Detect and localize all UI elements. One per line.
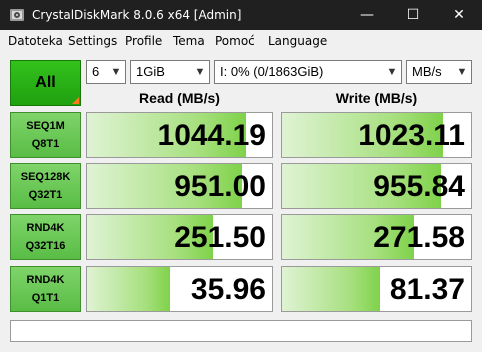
write-result-cell: 1023.11 — [281, 112, 472, 158]
menu-bar: Datoteka Settings Profile Tema Pomoć Lan… — [0, 30, 482, 52]
test-name: RND4K — [26, 274, 65, 286]
menu-profile[interactable]: Profile — [125, 34, 162, 48]
test-button-rnd4k-q1t1[interactable]: RND4K Q1T1 — [10, 266, 81, 312]
write-result-cell: 81.37 — [281, 266, 472, 312]
read-result-value: 951.00 — [174, 170, 266, 203]
write-result-cell: 955.84 — [281, 163, 472, 209]
drive-value: I: 0% (0/1863GiB) — [220, 64, 324, 79]
minimize-button[interactable]: — — [344, 0, 390, 30]
test-button-rnd4k-q32t16[interactable]: RND4K Q32T16 — [10, 214, 81, 260]
test-button-seq128k-q32t1[interactable]: SEQ128K Q32T1 — [10, 163, 81, 209]
test-name: SEQ1M — [26, 120, 65, 132]
menu-datoteka[interactable]: Datoteka — [8, 34, 63, 48]
menu-pomoc[interactable]: Pomoć — [215, 34, 255, 48]
write-result-cell: 271.58 — [281, 214, 472, 260]
drive-select[interactable]: I: 0% (0/1863GiB) ▼ — [214, 60, 402, 84]
chevron-down-icon: ▼ — [386, 66, 398, 78]
unit-select[interactable]: MB/s ▼ — [406, 60, 472, 84]
write-column-header: Write (MB/s) — [335, 90, 418, 106]
read-result-bar — [87, 267, 171, 311]
crystaldiskmark-app-icon — [10, 9, 24, 21]
chevron-down-icon: ▼ — [110, 66, 122, 78]
write-result-value: 81.37 — [389, 273, 465, 306]
chevron-down-icon: ▼ — [456, 66, 468, 78]
write-result-bar — [282, 267, 381, 311]
all-button[interactable]: All — [10, 60, 81, 106]
window-title: CrystalDiskMark 8.0.6 x64 [Admin] — [32, 8, 242, 22]
read-result-cell: 1044.19 — [86, 112, 273, 158]
test-size-value: 1GiB — [136, 64, 165, 79]
maximize-button[interactable]: ☐ — [390, 0, 436, 30]
comment-input[interactable] — [10, 320, 472, 342]
unit-value: MB/s — [412, 64, 442, 79]
chevron-down-icon: ▼ — [194, 66, 206, 78]
read-result-value: 1044.19 — [157, 119, 266, 152]
test-size-select[interactable]: 1GiB ▼ — [130, 60, 210, 84]
menu-language[interactable]: Language — [268, 34, 327, 48]
test-count-value: 6 — [92, 64, 100, 79]
write-result-value: 955.84 — [373, 170, 465, 203]
test-params: Q32T1 — [28, 189, 63, 201]
test-name: RND4K — [26, 222, 65, 234]
read-result-cell: 251.50 — [86, 214, 273, 260]
read-result-value: 35.96 — [190, 273, 266, 306]
crystaldiskmark-window: CrystalDiskMark 8.0.6 x64 [Admin] — ☐ ✕ … — [0, 0, 482, 352]
all-button-label: All — [35, 74, 56, 91]
title-bar[interactable]: CrystalDiskMark 8.0.6 x64 [Admin] — ☐ ✕ — [0, 0, 482, 30]
test-params: Q8T1 — [31, 138, 60, 150]
read-column-header: Read (MB/s) — [139, 90, 220, 106]
write-result-value: 1023.11 — [358, 119, 465, 152]
test-params: Q32T16 — [25, 240, 66, 252]
write-result-value: 271.58 — [373, 221, 465, 254]
test-count-select[interactable]: 6 ▼ — [86, 60, 126, 84]
read-result-value: 251.50 — [174, 221, 266, 254]
menu-settings[interactable]: Settings — [68, 34, 117, 48]
close-button[interactable]: ✕ — [436, 0, 482, 30]
test-name: SEQ128K — [20, 171, 71, 183]
read-result-cell: 951.00 — [86, 163, 273, 209]
test-params: Q1T1 — [31, 292, 60, 304]
test-button-seq1m-q8t1[interactable]: SEQ1M Q8T1 — [10, 112, 81, 158]
menu-tema[interactable]: Tema — [173, 34, 205, 48]
read-result-cell: 35.96 — [86, 266, 273, 312]
corner-marker — [72, 97, 79, 104]
